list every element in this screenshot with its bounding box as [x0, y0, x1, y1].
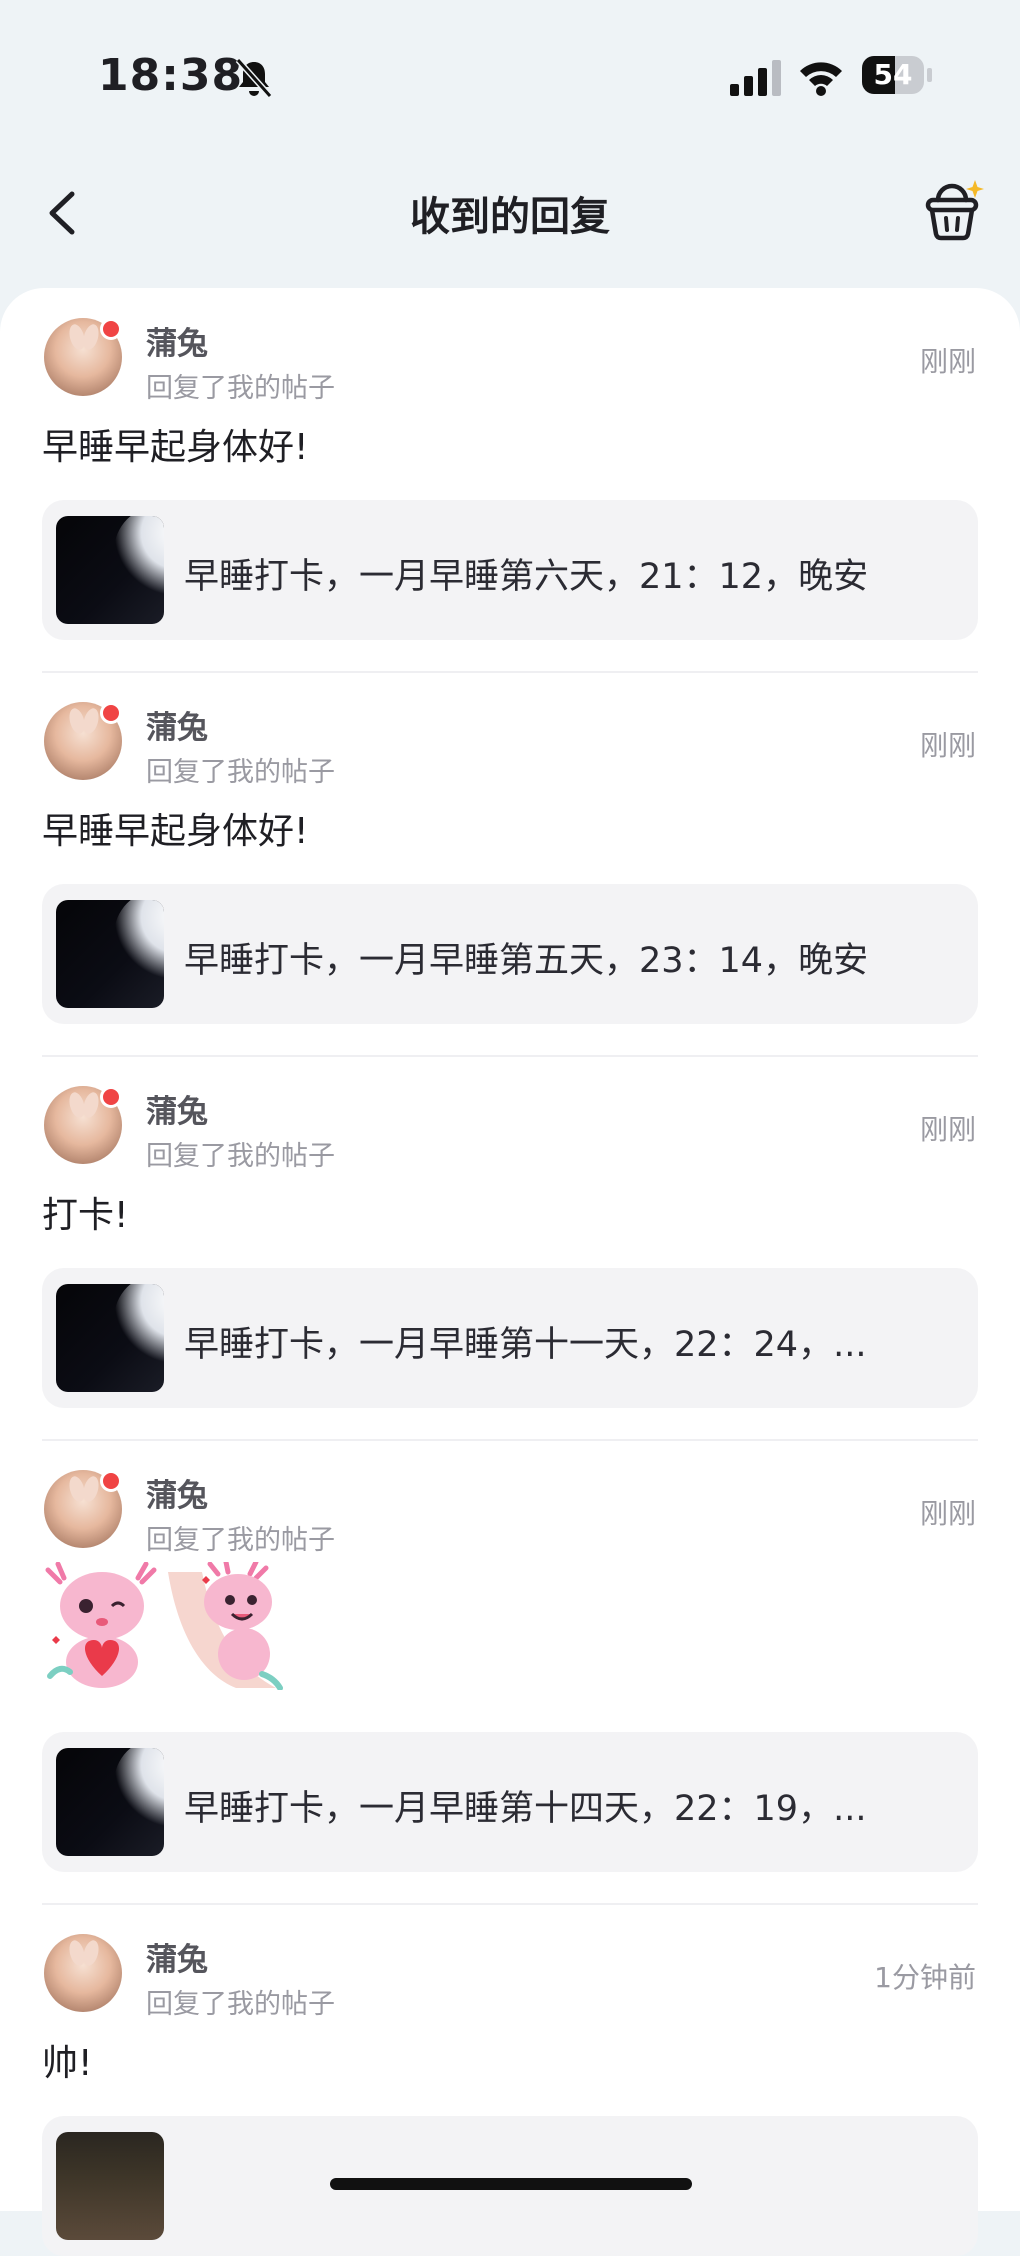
replies-sheet: 蒲兔 回复了我的帖子 刚刚 早睡早起身体好! 早睡打卡，一月早睡第六天，21：1…	[0, 288, 1020, 2256]
battery-percent: 54	[873, 58, 913, 91]
post-thumbnail	[56, 516, 164, 624]
post-text: 早睡打卡，一月早睡第六天，21：12，晚安	[184, 557, 869, 597]
username[interactable]: 蒲兔	[146, 1470, 208, 1515]
reply-time: 刚刚	[919, 729, 976, 762]
reply-action: 回复了我的帖子	[146, 373, 335, 404]
reply-action: 回复了我的帖子	[146, 1141, 335, 1172]
unread-dot	[100, 1470, 122, 1492]
reply-action: 回复了我的帖子	[146, 1525, 335, 1556]
original-post-card[interactable]: 早睡打卡，一月早睡第五天，23：14，晚安	[42, 884, 978, 1024]
home-indicator[interactable]	[330, 2178, 692, 2190]
reply-content: 帅!	[42, 2043, 93, 2084]
reply-action: 回复了我的帖子	[146, 757, 335, 788]
post-text: 早睡打卡，一月早睡第十一天，22：24，...	[184, 1325, 867, 1365]
divider	[42, 671, 978, 673]
reply-time: 刚刚	[919, 1113, 976, 1146]
divider	[42, 1439, 978, 1441]
reply-time: 1分钟前	[874, 1961, 976, 1994]
navigation-bar: 收到的回复	[0, 150, 1020, 270]
bell-muted-icon	[235, 58, 273, 98]
post-thumbnail	[56, 2132, 164, 2240]
unread-dot	[100, 1086, 122, 1108]
reply-time: 刚刚	[919, 345, 976, 378]
post-text: 早睡打卡，一月早睡第五天，23：14，晚安	[184, 941, 869, 981]
cellular-signal-icon	[730, 60, 781, 96]
reply-content: 早睡早起身体好!	[42, 427, 309, 468]
username[interactable]: 蒲兔	[146, 1086, 208, 1131]
unread-dot	[100, 318, 122, 340]
reply-action: 回复了我的帖子	[146, 1989, 335, 2020]
wifi-icon	[800, 62, 842, 96]
username[interactable]: 蒲兔	[146, 702, 208, 747]
reply-content: 早睡早起身体好!	[42, 811, 309, 852]
username[interactable]: 蒲兔	[146, 1934, 208, 1979]
original-post-card[interactable]: 早睡打卡，一月早睡第十四天，22：19，...	[42, 1732, 978, 1872]
reply-time: 刚刚	[919, 1497, 976, 1530]
username[interactable]: 蒲兔	[146, 318, 208, 363]
status-bar: 18:38 54	[0, 0, 1020, 150]
post-text: 早睡打卡，一月早睡第十四天，22：19，...	[184, 1789, 867, 1829]
axolotl-heart-sticker	[45, 1562, 157, 1688]
unread-dot	[100, 702, 122, 724]
divider	[42, 1055, 978, 1057]
post-thumbnail	[56, 1284, 164, 1392]
original-post-card[interactable]: 早睡打卡，一月早睡第十一天，22：24，...	[42, 1268, 978, 1408]
status-time: 18:38	[98, 50, 244, 101]
battery-indicator: 54	[862, 56, 934, 96]
user-avatar[interactable]	[44, 1934, 122, 2012]
basket-sparkle-icon[interactable]	[920, 178, 986, 244]
reply-content: 打卡!	[42, 1195, 129, 1236]
divider	[42, 1903, 978, 1905]
post-thumbnail	[56, 1748, 164, 1856]
axolotl-hug-sticker	[168, 1562, 283, 1690]
post-thumbnail	[56, 900, 164, 1008]
original-post-card[interactable]: 早睡打卡，一月早睡第六天，21：12，晚安	[42, 500, 978, 640]
page-title: 收到的回复	[410, 194, 610, 240]
